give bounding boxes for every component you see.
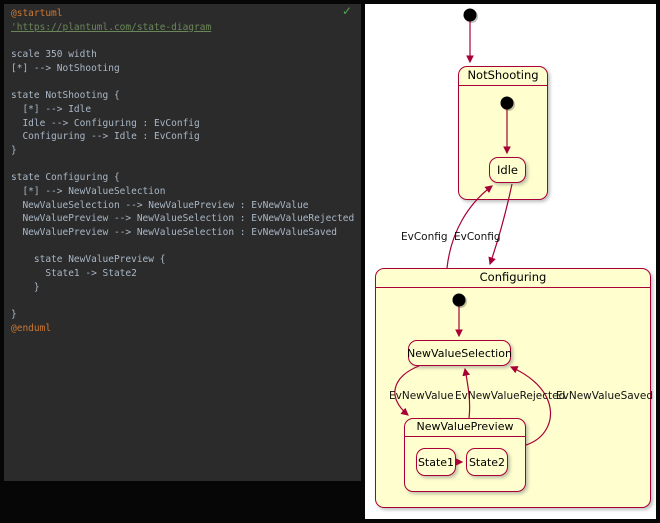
- diagram-panel: NotShooting Idle Configuring NewValueSel…: [365, 4, 656, 519]
- edge-label-evconfig-left: EvConfig: [401, 231, 448, 243]
- initial-state-dot-top: [463, 8, 478, 23]
- code-line: [*] --> NotShooting: [11, 62, 120, 74]
- code-line: NewValuePreview --> NewValueSelection : …: [11, 213, 355, 225]
- code-line: }: [11, 309, 17, 321]
- edge-label-evnewvaluesaved: EvNewValueSaved: [556, 390, 654, 402]
- code-line: }: [11, 144, 17, 156]
- code-line: Idle --> Configuring : EvConfig: [11, 117, 200, 129]
- code-line: NewValueSelection --> NewValuePreview : …: [11, 199, 309, 211]
- state-notshooting-title: NotShooting: [459, 67, 547, 86]
- code-line: 'https://plantuml.com/state-diagram: [11, 21, 212, 33]
- code-line: }: [11, 281, 40, 293]
- code-line: scale 350 width: [11, 49, 97, 61]
- code-line: [*] --> NewValueSelection: [11, 185, 166, 197]
- code-line: State1 -> State2: [11, 268, 137, 280]
- state-configuring-title: Configuring: [376, 269, 650, 288]
- code-line: state Configuring {: [11, 172, 120, 184]
- edge-label-evnewvaluerejected: EvNewValueRejected: [455, 390, 566, 402]
- code-line: [*] --> Idle: [11, 103, 92, 115]
- edge-label-evconfig-right: EvConfig: [454, 231, 501, 243]
- code-line: state NotShooting {: [11, 90, 120, 102]
- code-line: state NewValuePreview {: [11, 254, 166, 266]
- code-line: @enduml: [11, 322, 52, 334]
- code-editor[interactable]: ✓ @startuml 'https://plantuml.com/state-d…: [4, 4, 361, 481]
- state-newvalueselection[interactable]: NewValueSelection: [407, 340, 512, 366]
- state-state1[interactable]: State1: [416, 448, 456, 476]
- state-idle[interactable]: Idle: [489, 157, 526, 183]
- code-line: NewValuePreview --> NewValueSelection : …: [11, 227, 338, 238]
- state-newvaluepreview-title: NewValuePreview: [405, 419, 525, 437]
- screenshot-root: ✓ @startuml 'https://plantuml.com/state-d…: [0, 0, 660, 523]
- state-state2[interactable]: State2: [466, 448, 508, 476]
- code-area[interactable]: @startuml 'https://plantuml.com/state-dia…: [11, 7, 357, 336]
- code-line: Configuring --> Idle : EvConfig: [11, 131, 200, 143]
- code-line: @startuml: [11, 8, 63, 19]
- edge-label-evnewvalue: EvNewValue: [389, 390, 454, 402]
- no-errors-check-icon: ✓: [341, 4, 352, 18]
